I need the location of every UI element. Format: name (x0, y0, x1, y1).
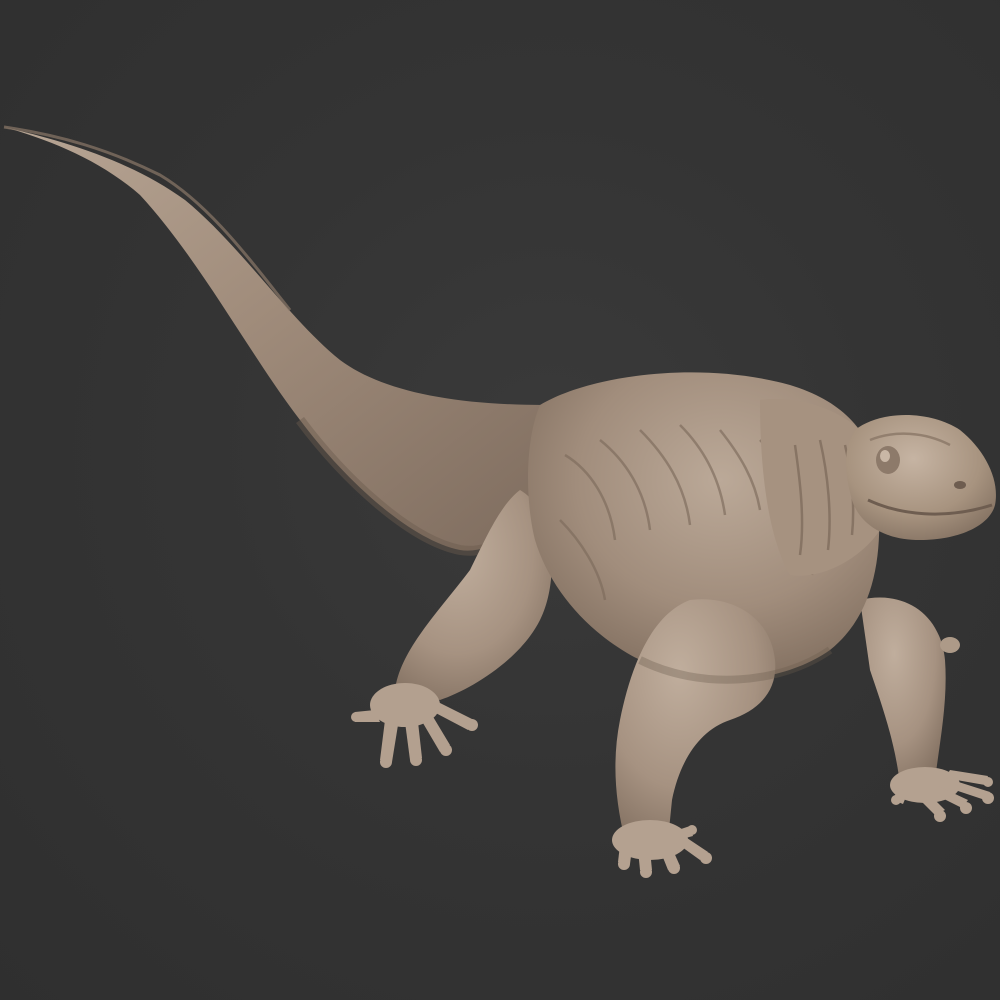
head (846, 415, 996, 540)
lizard-sculpt-render (3, 125, 996, 878)
hind-foot-left (351, 683, 478, 768)
tail (4, 127, 550, 551)
forefoot-left (612, 820, 712, 878)
3d-viewport[interactable] (0, 0, 1000, 1000)
foreleg-right-spur (940, 637, 960, 653)
forefoot-right (890, 767, 994, 822)
eye-highlight (880, 450, 890, 462)
nostril (954, 481, 966, 489)
foreleg-right (860, 597, 946, 785)
